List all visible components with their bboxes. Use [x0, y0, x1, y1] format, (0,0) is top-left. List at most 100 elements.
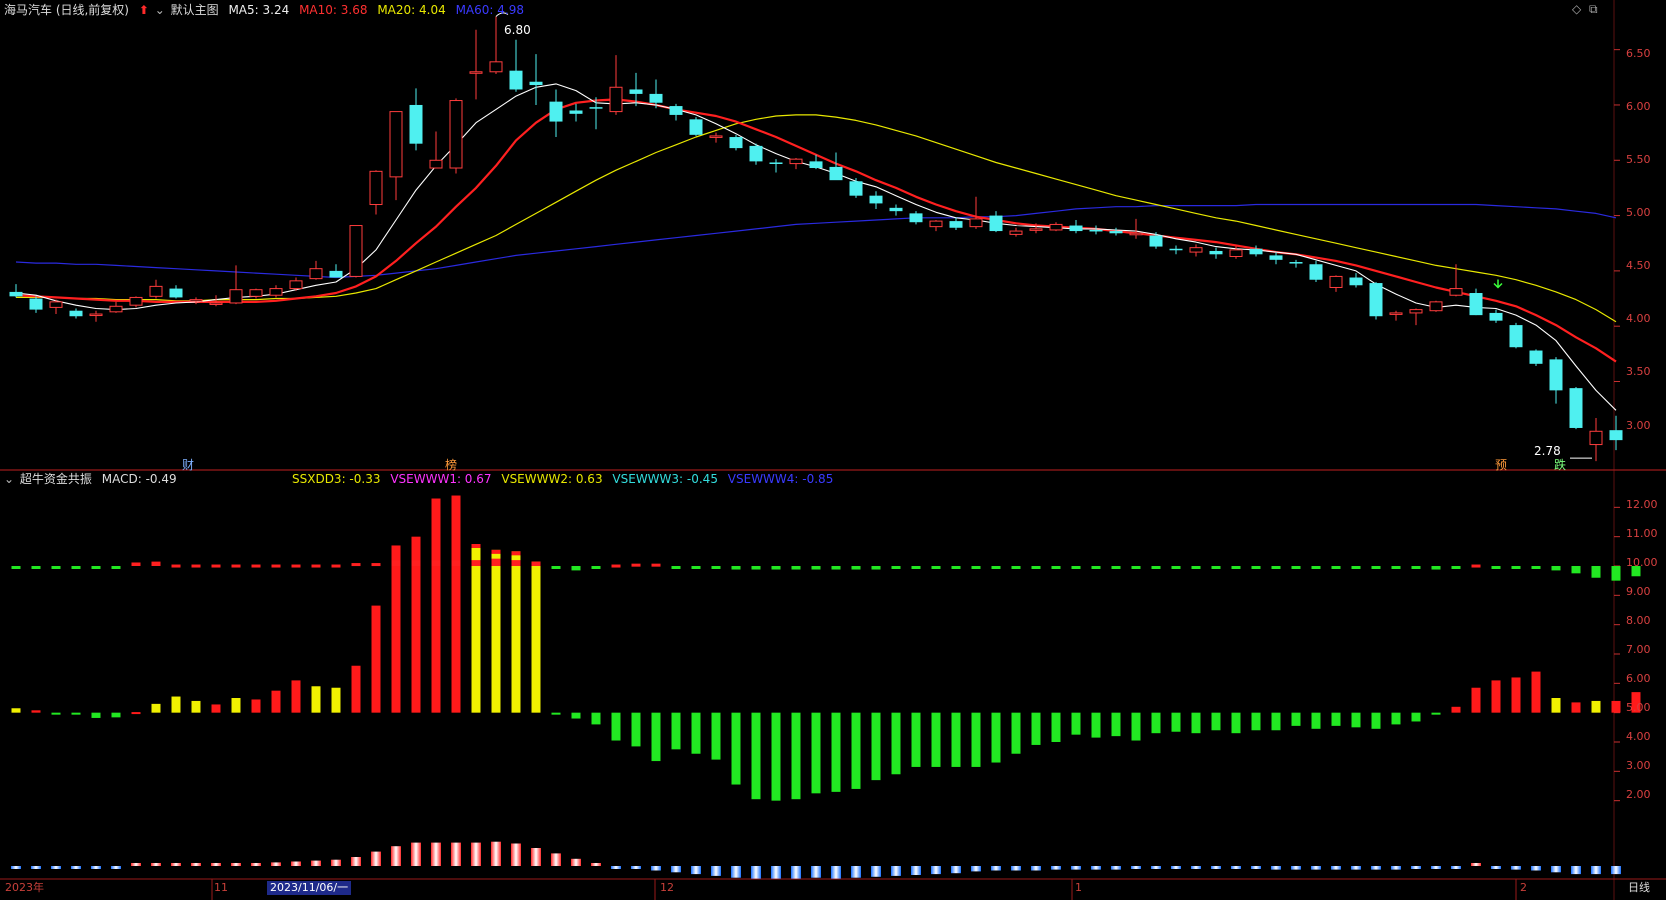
signal-bar	[1491, 566, 1501, 569]
macd-bar	[791, 866, 801, 879]
template-toggle-icon[interactable]: ⌄	[155, 3, 165, 17]
macd-bar	[991, 866, 1001, 871]
signal-bar	[1011, 566, 1021, 569]
candle-body	[1449, 288, 1463, 296]
chart-canvas[interactable]	[0, 0, 1666, 900]
oscillator-bar	[1571, 702, 1581, 713]
price-tick: 3.00	[1626, 419, 1651, 432]
macd-bar	[811, 866, 821, 878]
osc-tick: 7.00	[1626, 643, 1651, 656]
signal-bar	[151, 561, 161, 566]
oscillator-cap	[471, 544, 481, 548]
macd-bar	[1211, 866, 1221, 869]
candle-body	[1509, 325, 1523, 348]
macd-bar	[1251, 866, 1261, 869]
oscillator-bar	[631, 712, 641, 747]
macd-bar	[1031, 866, 1041, 871]
macd-bar	[571, 858, 581, 866]
macd-bar	[1411, 866, 1421, 869]
signal-bar	[391, 560, 401, 566]
dragon-tiger-list-marker[interactable]: 榜	[445, 456, 457, 474]
oscillator-bar	[591, 712, 601, 725]
candle-body	[369, 170, 383, 206]
macd-bar	[511, 843, 521, 866]
macd-bar	[1571, 866, 1581, 875]
candle-body	[1529, 350, 1543, 364]
indicator-panel-header: ⌄ 超牛资金共振 MACD: -0.49	[4, 470, 183, 488]
candle-body	[349, 225, 363, 277]
macd-bar	[271, 862, 281, 866]
candle-body	[1409, 309, 1423, 314]
candle-body	[509, 70, 523, 90]
signal-bar	[1611, 566, 1621, 581]
macd-bar	[911, 866, 921, 875]
indicator-toggle-icon[interactable]: ⌄	[4, 472, 14, 486]
oscillator-bar	[611, 712, 621, 741]
signal-bar	[1271, 566, 1281, 569]
macd-bar	[1531, 866, 1541, 871]
candle-body	[29, 298, 43, 310]
macd-bar	[531, 848, 541, 866]
stock-title[interactable]: 海马汽车 (日线,前复权)	[4, 3, 129, 17]
signal-bar	[251, 564, 261, 568]
macd-bar	[311, 860, 321, 866]
candle-body	[849, 181, 863, 196]
finance-event-marker[interactable]: 财	[182, 456, 194, 474]
signal-bar	[571, 566, 581, 571]
osc-tick: 4.00	[1626, 730, 1651, 743]
macd-bar	[391, 846, 401, 866]
macd-bar	[71, 866, 81, 869]
signal-bar	[991, 566, 1001, 569]
candle-body	[129, 296, 143, 306]
signal-bar	[491, 558, 501, 566]
oscillator-bar	[1471, 687, 1481, 713]
signal-bar	[731, 566, 741, 570]
oscillator-bar	[1511, 677, 1521, 713]
macd-bar	[691, 866, 701, 875]
signal-bar	[1331, 566, 1341, 569]
signal-bar	[1351, 566, 1361, 569]
oscillator-bar	[711, 712, 721, 760]
oscillator-bar	[111, 712, 121, 718]
oscillator-bar	[1171, 712, 1181, 732]
osc-tick: 12.00	[1626, 498, 1658, 511]
oscillator-bar	[351, 665, 361, 713]
signal-bar	[691, 566, 701, 569]
price-tick: 5.50	[1626, 153, 1651, 166]
candle-body	[309, 268, 323, 280]
osc-tick: 9.00	[1626, 585, 1651, 598]
macd-bar	[1611, 866, 1621, 875]
candle-body	[649, 93, 663, 103]
candle-body	[709, 135, 723, 138]
forecast-event-marker[interactable]: 预	[1495, 456, 1507, 474]
diamond-icon[interactable]: ◇	[1572, 2, 1581, 16]
candle-body	[809, 161, 823, 169]
macd-bar	[191, 863, 201, 866]
candle-body	[1609, 430, 1623, 441]
oscillator-bar	[531, 561, 541, 713]
macd-bar	[1051, 866, 1061, 870]
candle-body	[1009, 230, 1023, 235]
signal-bar	[211, 564, 221, 568]
oscillator-bar	[511, 551, 521, 713]
oscillator-bar	[1611, 700, 1621, 713]
candle-body	[689, 119, 703, 135]
restore-window-icon[interactable]: ⧉	[1589, 2, 1598, 17]
indicator-name[interactable]: 超牛资金共振	[20, 472, 92, 486]
signal-bar	[1531, 566, 1541, 569]
macd-bar	[1271, 866, 1281, 870]
signal-bar	[871, 566, 881, 570]
period-button[interactable]: 日线	[1628, 881, 1650, 895]
oscillator-bar	[1391, 712, 1401, 725]
pin-up-arrow-icon[interactable]: ⬆	[139, 3, 149, 17]
oscillator-bar	[1531, 671, 1541, 713]
signal-bar	[1451, 566, 1461, 569]
oscillator-bar	[1271, 712, 1281, 731]
template-name[interactable]: 默认主图	[171, 3, 219, 17]
signal-bar	[851, 566, 861, 570]
signal-bar	[831, 566, 841, 570]
candle-body	[1069, 225, 1083, 232]
oscillator-bar	[1491, 680, 1501, 713]
macd-bar	[831, 866, 841, 879]
oscillator-bar	[1071, 712, 1081, 735]
